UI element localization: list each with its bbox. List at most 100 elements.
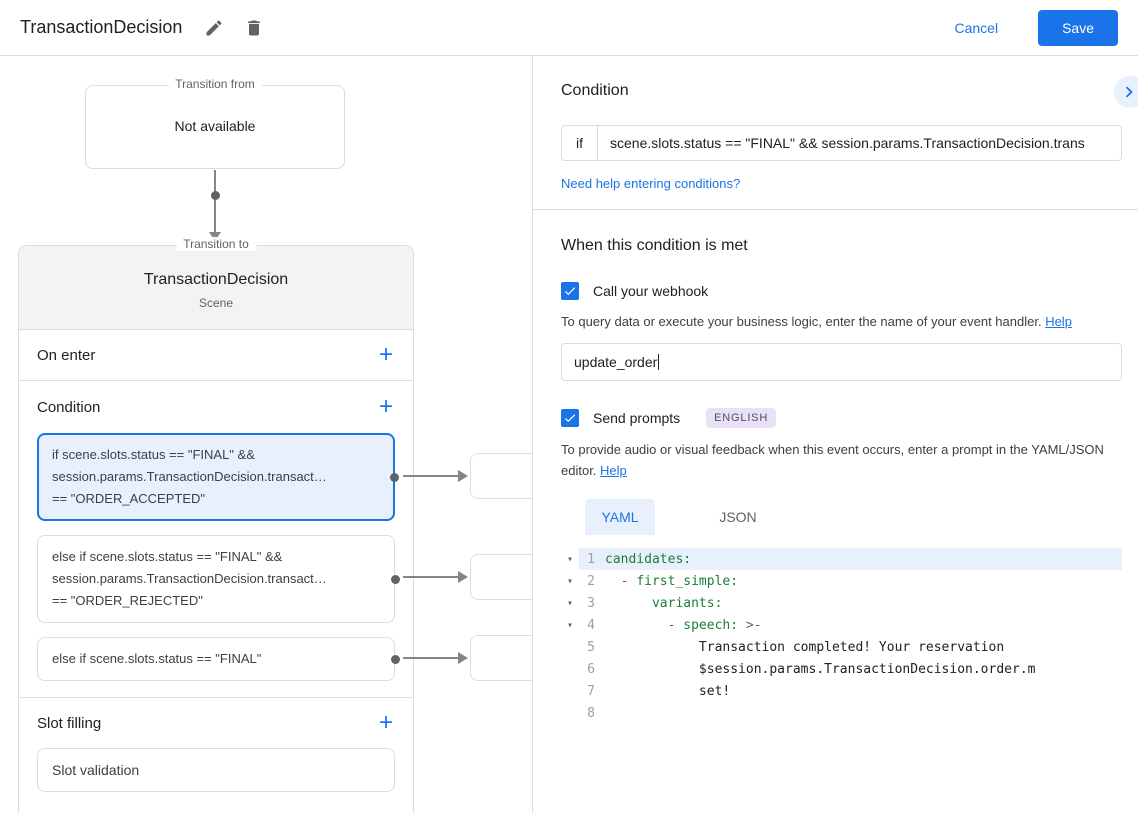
fold-caret-icon[interactable]: ▾ xyxy=(561,620,579,631)
line-number: 3 xyxy=(587,595,595,611)
code-line-main: 4 - speech: >- xyxy=(579,614,1122,636)
scene-title: TransactionDecision xyxy=(143,271,289,288)
connector-dot[interactable] xyxy=(390,473,399,482)
arrowhead-right-icon xyxy=(458,470,468,482)
send-prompts-label: Send prompts xyxy=(593,409,681,426)
code-line-main: 8 xyxy=(579,702,1122,724)
send-prompts-checkbox[interactable] xyxy=(561,408,579,427)
scene-canvas[interactable]: Transition from Not available Transition… xyxy=(0,56,532,813)
transition-target-node[interactable] xyxy=(470,635,532,681)
condition-item-line: else if scene.slots.status == "FINAL" && xyxy=(52,549,283,564)
scene-header[interactable]: TransactionDecision Scene xyxy=(19,246,413,330)
code-line-main: 2 - first_simple: xyxy=(579,570,1122,592)
panel-title: Condition xyxy=(561,82,629,99)
add-on-enter-button[interactable]: + xyxy=(377,343,395,367)
add-condition-button[interactable]: + xyxy=(377,395,395,419)
line-number: 5 xyxy=(587,639,595,655)
code-text: - speech: >- xyxy=(667,617,762,633)
code-line[interactable]: 5 Transaction completed! Your reservatio… xyxy=(561,636,1122,658)
yaml-code-editor[interactable]: ▾ 1 candidates: ▾ 2 - first_simple: ▾ 3 varian… xyxy=(561,548,1122,724)
fold-caret-icon[interactable]: ▾ xyxy=(561,598,579,609)
panel-divider xyxy=(533,209,1138,210)
collapse-panel-button[interactable] xyxy=(1114,76,1138,108)
code-text: candidates: xyxy=(605,551,692,567)
webhook-name-input[interactable]: update_order xyxy=(561,342,1122,381)
code-line[interactable]: ▾ 3 variants: xyxy=(561,592,1122,614)
condition-item-line: == "ORDER_ACCEPTED" xyxy=(52,491,205,506)
pencil-icon xyxy=(206,19,222,35)
slot-filling-label: Slot filling xyxy=(37,714,102,732)
webhook-description: To query data or execute your business l… xyxy=(561,314,1072,329)
code-line-main: 1 candidates: xyxy=(579,548,1122,571)
condition-item-line: session.params.TransactionDecision.trans… xyxy=(52,571,327,586)
connector-line xyxy=(403,475,460,477)
page-title: TransactionDecision xyxy=(20,17,183,37)
edit-title-button[interactable] xyxy=(198,12,230,44)
add-slot-button[interactable]: + xyxy=(377,711,395,735)
trash-icon xyxy=(248,20,261,35)
webhook-help-link[interactable]: Help xyxy=(1045,314,1072,329)
condition-item-line: session.params.TransactionDecision.trans… xyxy=(52,469,327,484)
webhook-checkbox[interactable] xyxy=(561,282,579,300)
editor-tabs: YAML JSON xyxy=(585,499,1122,536)
prompts-description: To provide audio or visual feedback when… xyxy=(561,441,1104,478)
code-text: Transaction completed! Your reservation xyxy=(605,639,1005,655)
code-text: variants: xyxy=(651,595,723,611)
transition-target-node[interactable] xyxy=(470,453,532,499)
code-line[interactable]: 8 xyxy=(561,702,1122,724)
code-line[interactable]: ▾ 4 - speech: >- xyxy=(561,614,1122,636)
arrowhead-right-icon xyxy=(458,571,468,583)
language-badge: ENGLISH xyxy=(706,407,777,428)
connector-dot[interactable] xyxy=(391,575,400,584)
condition-item[interactable]: else if scene.slots.status == "FINAL" &&… xyxy=(37,535,400,623)
code-text: - first_simple: xyxy=(620,573,739,589)
condition-section: Condition + if scene.slots.status == "FI… xyxy=(19,381,413,698)
code-line[interactable]: ▾ 2 - first_simple: xyxy=(561,570,1122,592)
if-prefix-label: if xyxy=(562,126,598,160)
code-line-main: 3 variants: xyxy=(579,592,1122,614)
code-text: set! xyxy=(605,683,731,699)
code-line[interactable]: 7 set! xyxy=(561,680,1122,702)
fold-caret-icon[interactable]: ▾ xyxy=(561,576,579,587)
on-enter-label: On enter xyxy=(37,346,96,364)
delete-scene-button[interactable] xyxy=(238,12,270,44)
connector-line xyxy=(403,576,460,578)
conditions-help-link[interactable]: Need help entering conditions? xyxy=(561,176,740,191)
line-number: 6 xyxy=(587,661,595,677)
condition-item[interactable]: else if scene.slots.status == "FINAL" xyxy=(37,637,400,681)
scene-subtitle: Scene xyxy=(198,296,234,310)
transition-from-value: Not available xyxy=(174,118,256,134)
code-line[interactable]: ▾ 1 candidates: xyxy=(561,548,1122,571)
slot-validation-item[interactable]: Slot validation xyxy=(37,748,395,792)
content-area: Transition from Not available Transition… xyxy=(0,56,1138,813)
scene-node: Transition to TransactionDecision Scene … xyxy=(18,237,414,813)
cancel-button[interactable]: Cancel xyxy=(950,14,1002,42)
connector-dot[interactable] xyxy=(391,655,400,664)
fold-caret-icon[interactable]: ▾ xyxy=(561,554,579,565)
condition-expression-input[interactable]: scene.slots.status == "FINAL" && session… xyxy=(598,126,1121,160)
code-line-main: 5 Transaction completed! Your reservatio… xyxy=(579,636,1122,658)
code-text: $session.params.TransactionDecision.orde… xyxy=(605,661,1036,677)
save-button[interactable]: Save xyxy=(1038,9,1118,46)
when-met-title: When this condition is met xyxy=(561,237,748,254)
transition-from-label: Transition from xyxy=(168,77,262,91)
condition-item-line: else if scene.slots.status == "FINAL" xyxy=(52,651,262,666)
prompts-help-link[interactable]: Help xyxy=(600,463,627,478)
condition-item[interactable]: if scene.slots.status == "FINAL" && sess… xyxy=(37,433,399,521)
line-number: 4 xyxy=(587,617,595,633)
code-line[interactable]: 6 $session.params.TransactionDecision.or… xyxy=(561,658,1122,680)
on-enter-section: On enter + xyxy=(19,330,413,381)
transition-target-node[interactable] xyxy=(470,554,532,600)
chevron-right-icon xyxy=(1125,86,1133,98)
line-number: 1 xyxy=(587,551,595,567)
connector-dot[interactable] xyxy=(211,191,220,200)
slot-validation-label: Slot validation xyxy=(52,762,140,778)
tab-json[interactable]: JSON xyxy=(703,499,773,535)
condition-expression-row: if scene.slots.status == "FINAL" && sess… xyxy=(561,125,1122,161)
slot-filling-section: Slot filling + Slot validation xyxy=(19,698,413,792)
condition-item-line: == "ORDER_REJECTED" xyxy=(52,593,203,608)
app-window: TransactionDecision Cancel Save Transiti… xyxy=(0,0,1138,813)
topbar-actions: Cancel Save xyxy=(950,9,1118,46)
checkbox-check-icon xyxy=(564,287,576,296)
tab-yaml[interactable]: YAML xyxy=(585,499,655,536)
